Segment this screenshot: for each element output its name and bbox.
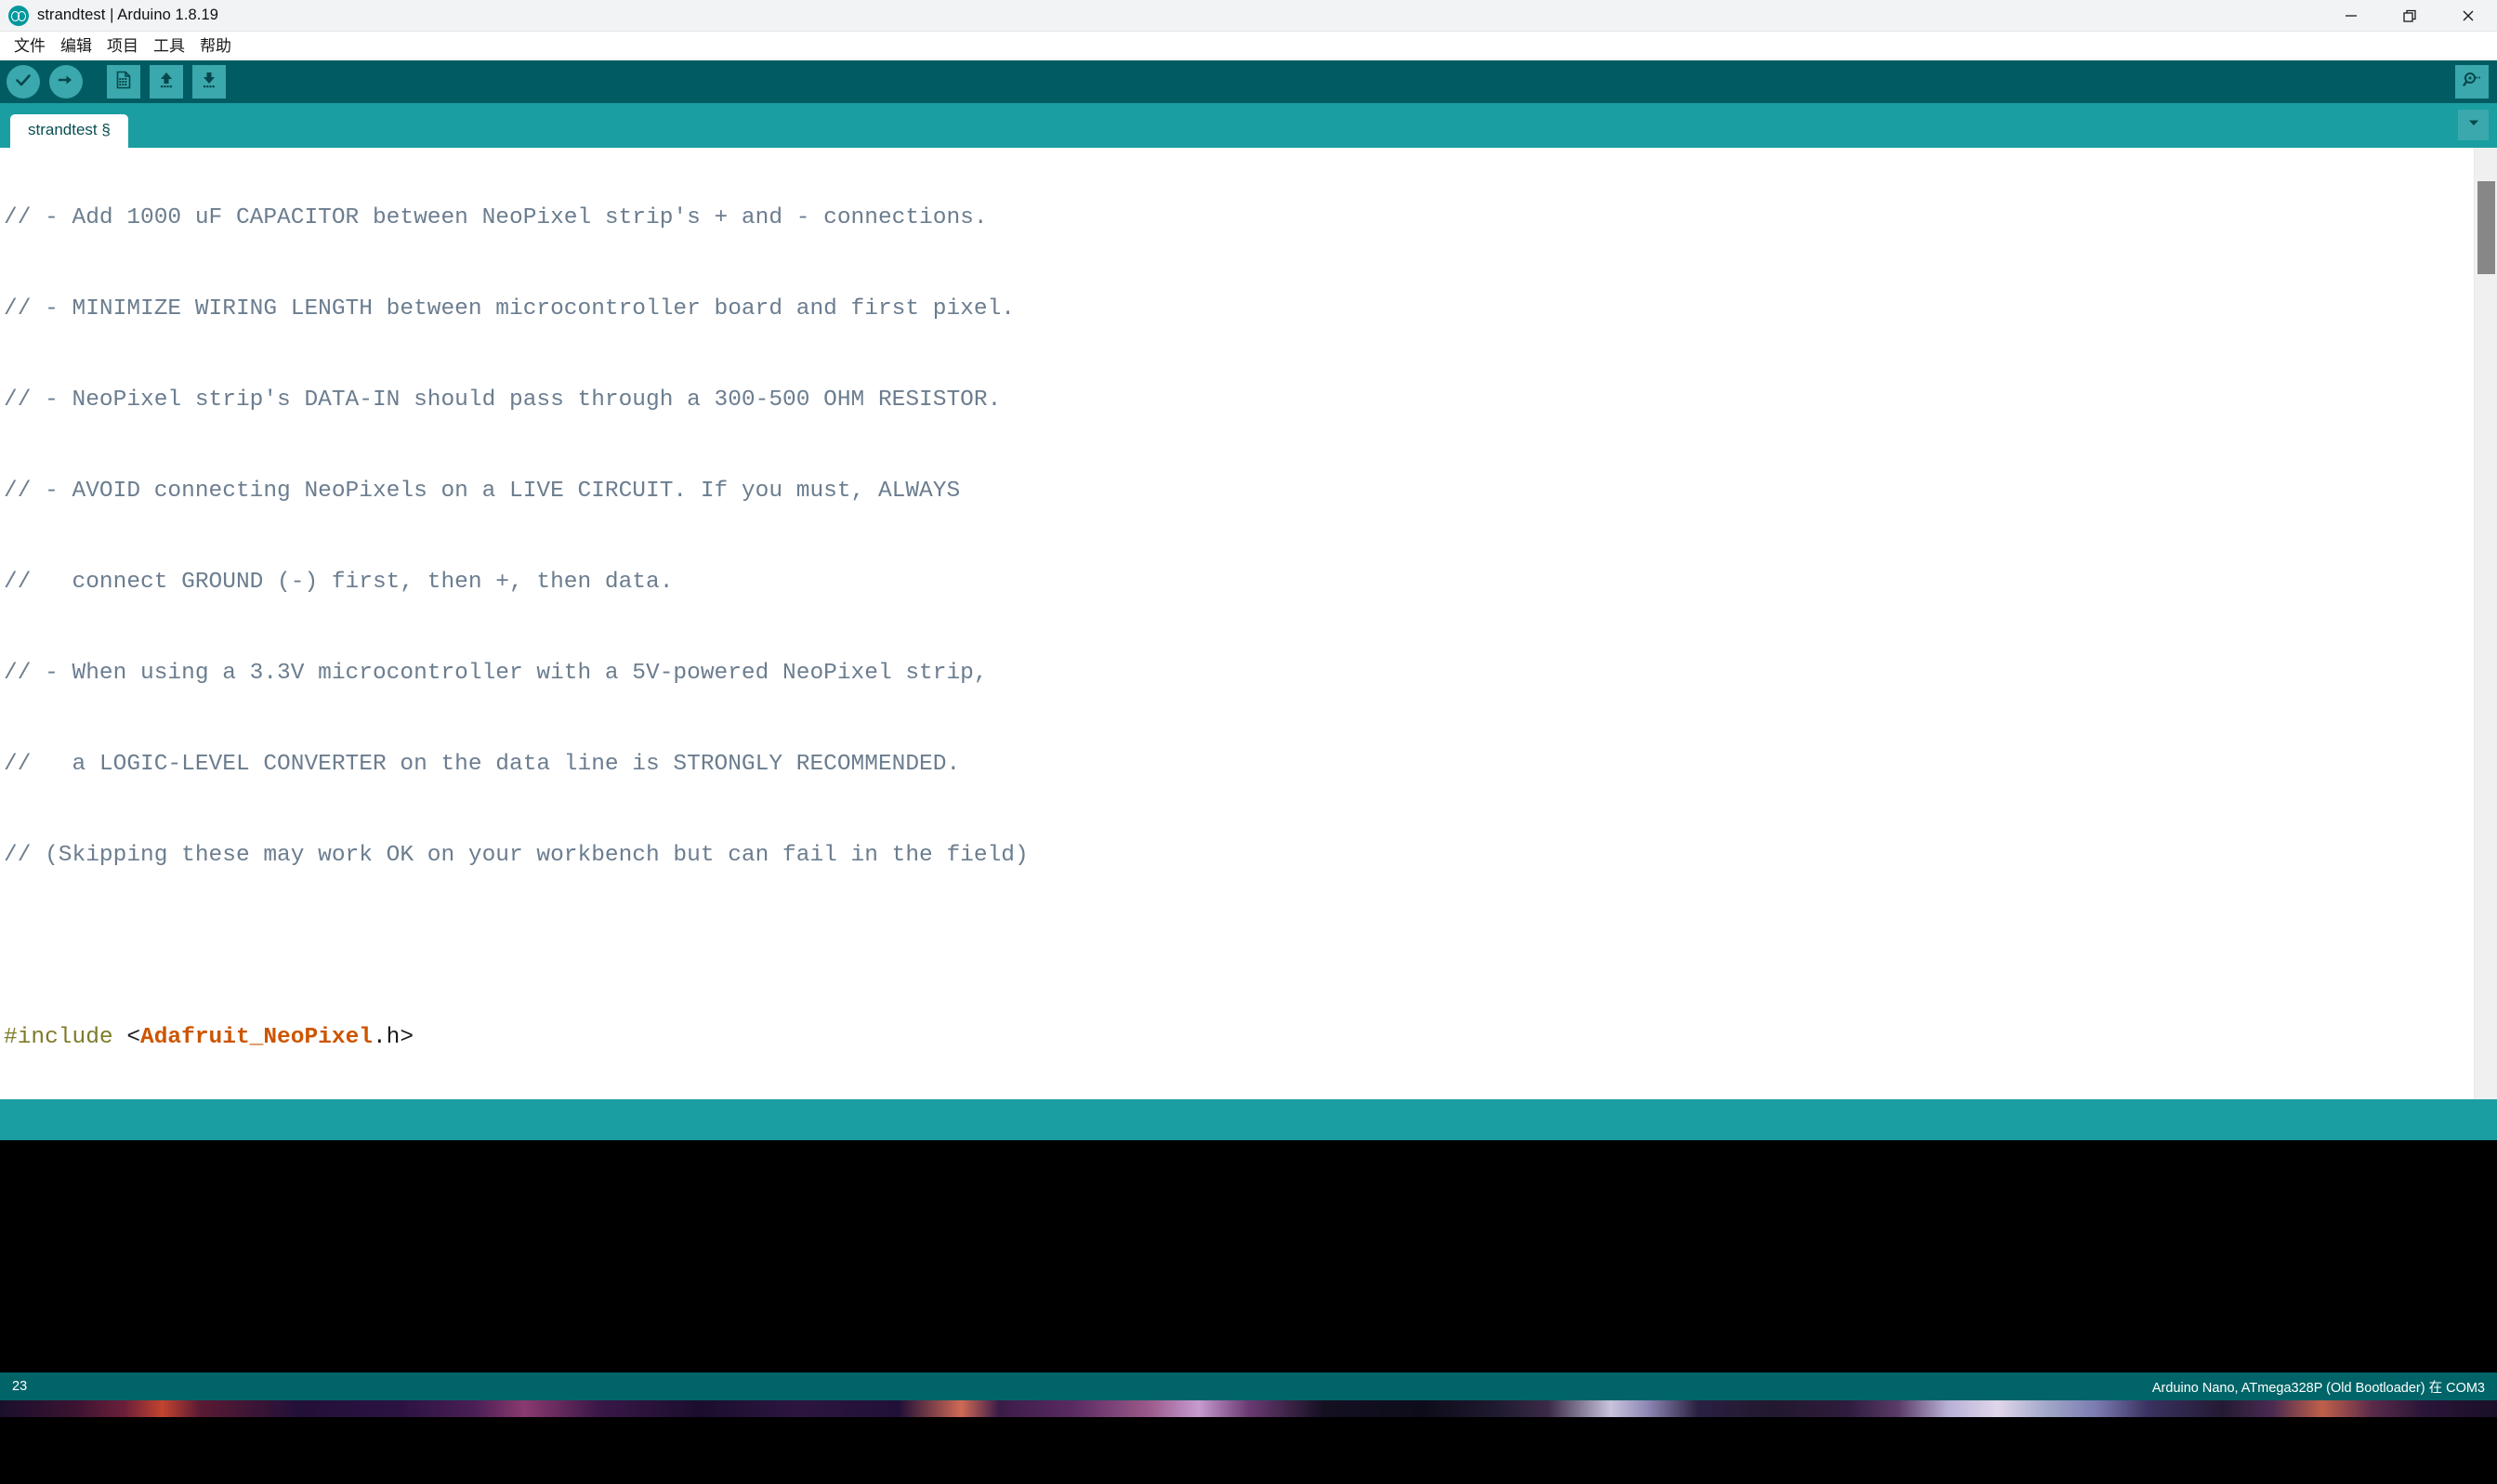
menu-edit[interactable]: 编辑 bbox=[53, 32, 99, 60]
toolbar bbox=[0, 60, 2497, 103]
chevron-down-icon bbox=[2465, 114, 2482, 136]
scrollbar-thumb[interactable] bbox=[2477, 181, 2495, 274]
board-port-info: Arduino Nano, ATmega328P (Old Bootloader… bbox=[2151, 1380, 2485, 1396]
code-line-include: #include <Adafruit_NeoPixel.h> bbox=[4, 1015, 2497, 1060]
editor-status-strip bbox=[0, 1099, 2497, 1140]
verify-icon bbox=[13, 70, 33, 95]
token-angle-close: .h> bbox=[372, 1025, 414, 1050]
serial-monitor-button[interactable] bbox=[2455, 65, 2489, 98]
sketch-tab-bar: strandtest § bbox=[0, 103, 2497, 148]
code-line: // a LOGIC-LEVEL CONVERTER on the data l… bbox=[4, 752, 961, 777]
menu-help[interactable]: 帮助 bbox=[192, 32, 239, 60]
open-sketch-button[interactable] bbox=[150, 65, 183, 98]
serial-monitor-icon bbox=[2461, 69, 2483, 96]
token-angle-open: < bbox=[112, 1025, 141, 1050]
verify-button[interactable] bbox=[7, 65, 40, 98]
save-sketch-button[interactable] bbox=[192, 65, 226, 98]
menu-file[interactable]: 文件 bbox=[7, 32, 53, 60]
save-sketch-icon bbox=[199, 70, 219, 95]
open-sketch-icon bbox=[156, 70, 177, 95]
desktop-wallpaper-strip bbox=[0, 1400, 2497, 1417]
status-bar: 23 Arduino Nano, ATmega328P (Old Bootloa… bbox=[0, 1372, 2497, 1400]
restore-icon[interactable] bbox=[2380, 0, 2438, 32]
code-editor[interactable]: // - Add 1000 uF CAPACITOR between NeoPi… bbox=[0, 148, 2497, 1099]
minimize-icon[interactable] bbox=[2321, 0, 2380, 32]
title-bar: strandtest | Arduino 1.8.19 bbox=[0, 0, 2497, 32]
code-line: // (Skipping these may work OK on your w… bbox=[4, 843, 1029, 868]
cursor-line-number: 23 bbox=[12, 1379, 28, 1394]
token-include-keyword: #include bbox=[4, 1025, 113, 1050]
code-line: // - Add 1000 uF CAPACITOR between NeoPi… bbox=[4, 205, 988, 230]
token-library-name: Adafruit_NeoPixel bbox=[140, 1025, 373, 1050]
new-sketch-icon bbox=[113, 70, 134, 95]
code-line: // - AVOID connecting NeoPixels on a LIV… bbox=[4, 479, 961, 504]
vertical-scrollbar[interactable] bbox=[2474, 148, 2497, 1099]
close-icon[interactable] bbox=[2438, 0, 2497, 32]
upload-button[interactable] bbox=[49, 65, 83, 98]
code-line: // connect GROUND (-) first, then +, the… bbox=[4, 570, 674, 595]
arduino-logo-icon bbox=[8, 5, 29, 26]
upload-arrow-icon bbox=[56, 70, 76, 95]
code-line: // - MINIMIZE WIRING LENGTH between micr… bbox=[4, 296, 1015, 322]
menu-sketch[interactable]: 项目 bbox=[99, 32, 146, 60]
new-sketch-button[interactable] bbox=[107, 65, 140, 98]
tab-strandtest[interactable]: strandtest § bbox=[10, 114, 128, 148]
code-line: // - When using a 3.3V microcontroller w… bbox=[4, 661, 988, 686]
menu-tools[interactable]: 工具 bbox=[146, 32, 192, 60]
code-text[interactable]: // - Add 1000 uF CAPACITOR between NeoPi… bbox=[0, 148, 2497, 1099]
arduino-ide-window: strandtest | Arduino 1.8.19 文件 编辑 项目 工具 … bbox=[0, 0, 2497, 1484]
code-line: // - NeoPixel strip's DATA-IN should pas… bbox=[4, 387, 1002, 413]
tab-menu-button[interactable] bbox=[2458, 110, 2489, 140]
window-title: strandtest | Arduino 1.8.19 bbox=[37, 7, 219, 23]
menu-bar: 文件 编辑 项目 工具 帮助 bbox=[0, 32, 2497, 60]
console-output-panel[interactable] bbox=[0, 1140, 2497, 1372]
